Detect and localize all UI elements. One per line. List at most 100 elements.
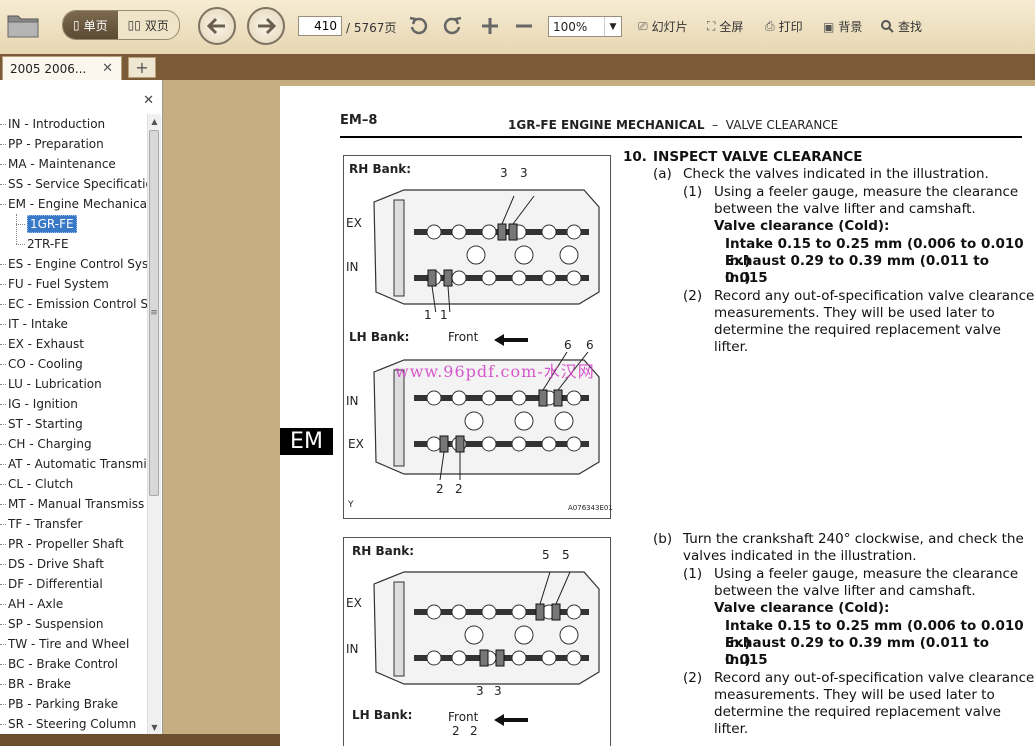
callout-2: 2 xyxy=(436,482,444,496)
sidebar-item[interactable]: AT - Automatic Transmis xyxy=(0,454,148,474)
in-label: IN xyxy=(346,642,359,656)
callout-2: 2 xyxy=(452,724,460,738)
callout-2: 2 xyxy=(470,724,478,738)
sidebar-item-label: SS - Service Specificatio xyxy=(8,177,148,191)
exhaust-spec: in.) xyxy=(725,270,751,286)
sidebar-item[interactable]: BC - Brake Control xyxy=(0,654,148,674)
sidebar-item[interactable]: 2TR-FE xyxy=(0,234,148,254)
sidebar-item-label: LU - Lubrication xyxy=(8,377,102,391)
sidebar-item[interactable]: AH - Axle xyxy=(0,594,148,614)
header-rule xyxy=(340,136,1022,138)
double-page-icon: ▯▯ xyxy=(127,18,141,32)
sidebar-item[interactable]: CO - Cooling xyxy=(0,354,148,374)
sidebar-item[interactable]: MT - Manual Transmiss xyxy=(0,494,148,514)
step-a2-text: measurements. They will be used later to xyxy=(714,305,995,321)
search-icon xyxy=(881,20,894,33)
zoom-value: 100% xyxy=(553,19,588,34)
document-tab[interactable]: 2005 2006... ✕ xyxy=(2,56,122,80)
scroll-down-icon[interactable]: ▼ xyxy=(148,720,161,734)
sidebar-item-label: PB - Parking Brake xyxy=(8,697,119,711)
document-area: EM–8 1GR-FE ENGINE MECHANICAL – VALVE CL… xyxy=(163,80,1035,746)
rh-bank-label: RH Bank: xyxy=(349,162,412,176)
sidebar-item[interactable]: DS - Drive Shaft xyxy=(0,554,148,574)
step-b-text: Turn the crankshaft 240° clockwise, and … xyxy=(683,531,1024,547)
sidebar-item[interactable]: EM - Engine Mechanica xyxy=(0,194,148,214)
sidebar-item[interactable]: PP - Preparation xyxy=(0,134,148,154)
valve-clearance-title: Valve clearance (Cold): xyxy=(714,600,890,616)
next-page-button[interactable] xyxy=(247,7,285,45)
tab-label: 2005 2006... xyxy=(10,61,87,76)
sidebar-item-label: BC - Brake Control xyxy=(8,657,118,671)
rotate-left-button[interactable] xyxy=(408,15,430,37)
scroll-thumb[interactable]: ≡ xyxy=(149,130,159,496)
close-icon[interactable]: ✕ xyxy=(102,61,113,76)
sidebar-item[interactable]: MA - Maintenance xyxy=(0,154,148,174)
step-b2-text: determine the required replacement valve… xyxy=(714,704,1001,737)
sidebar-item[interactable]: FU - Fuel System xyxy=(0,274,148,294)
ex-label: EX xyxy=(346,216,362,230)
sidebar-item-label: PP - Preparation xyxy=(8,137,104,151)
close-icon[interactable]: ✕ xyxy=(143,93,154,108)
sidebar-item-label: DS - Drive Shaft xyxy=(8,557,104,571)
zoom-select[interactable]: 100% ▼ xyxy=(548,16,622,37)
callout-5: 5 xyxy=(562,548,570,562)
sidebar-item[interactable]: ST - Starting xyxy=(0,414,148,434)
exhaust-spec: in.) xyxy=(725,652,751,668)
sidebar-item[interactable]: SP - Suspension xyxy=(0,614,148,634)
figure-code: A076343E01 xyxy=(568,504,613,512)
page-number-input[interactable] xyxy=(298,16,342,36)
sidebar-scrollbar[interactable]: ▲ ≡ ▼ xyxy=(147,114,161,734)
printer-icon: ⎙ xyxy=(765,19,775,33)
double-page-button[interactable]: ▯▯ 双页 xyxy=(118,11,179,39)
rh-bank-label: RH Bank: xyxy=(352,544,415,558)
sidebar-item[interactable]: PR - Propeller Shaft xyxy=(0,534,148,554)
slideshow-icon: ⎚ xyxy=(638,19,648,33)
sidebar-item[interactable]: TF - Transfer xyxy=(0,514,148,534)
sidebar-item[interactable]: LU - Lubrication xyxy=(0,374,148,394)
sidebar-item-label: SR - Steering Column xyxy=(8,717,137,731)
sidebar-item[interactable]: SR - Steering Column xyxy=(0,714,148,734)
slideshow-button[interactable]: ⎚ 幻灯片 xyxy=(638,18,688,35)
exhaust-spec: Exhaust 0.29 to 0.39 mm (0.011 to 0.015 xyxy=(725,253,990,286)
sidebar-item[interactable]: DF - Differential xyxy=(0,574,148,594)
sidebar-item[interactable]: TW - Tire and Wheel xyxy=(0,634,148,654)
sidebar-item[interactable]: BR - Brake xyxy=(0,674,148,694)
step-a-text: Check the valves indicated in the illust… xyxy=(683,166,989,182)
sidebar-item[interactable]: IN - Introduction xyxy=(0,114,148,134)
chevron-down-icon: ▼ xyxy=(604,17,621,36)
open-folder-button[interactable] xyxy=(6,10,42,40)
sidebar-item[interactable]: CL - Clutch xyxy=(0,474,148,494)
fullscreen-icon: ⛶ xyxy=(707,19,716,33)
background-button[interactable]: ▣ 背景 xyxy=(823,18,862,35)
page-total: / 5767页 xyxy=(346,21,397,35)
single-page-button[interactable]: ▯ 单页 xyxy=(63,11,118,39)
front-label: Front xyxy=(448,710,479,724)
sidebar-item[interactable]: IG - Ignition xyxy=(0,394,148,414)
fullscreen-button[interactable]: ⛶ 全屏 xyxy=(707,18,743,35)
sidebar-item[interactable]: ES - Engine Control Syst xyxy=(0,254,148,274)
zoom-out-button[interactable] xyxy=(513,15,535,37)
sidebar-item[interactable]: EC - Emission Control S xyxy=(0,294,148,314)
folder-icon xyxy=(7,15,39,38)
section-code: EM–8 xyxy=(340,113,378,128)
sidebar-item[interactable]: PB - Parking Brake xyxy=(0,694,148,714)
new-tab-button[interactable]: + xyxy=(128,57,156,78)
previous-page-button[interactable] xyxy=(198,7,236,45)
scroll-up-icon[interactable]: ▲ xyxy=(148,114,161,128)
zoom-in-button[interactable] xyxy=(479,15,501,37)
sidebar-item[interactable]: 1GR-FE xyxy=(0,214,148,234)
print-button[interactable]: ⎙ 打印 xyxy=(765,18,803,35)
sidebar-item[interactable]: SS - Service Specificatio xyxy=(0,174,148,194)
rotate-right-button[interactable] xyxy=(441,15,463,37)
arrow-left-icon xyxy=(206,17,225,35)
rotate-left-icon xyxy=(409,16,428,35)
find-button[interactable]: 查找 xyxy=(881,18,922,35)
sidebar-item[interactable]: IT - Intake xyxy=(0,314,148,334)
section-side-tab: EM xyxy=(280,428,333,455)
rh-bank-engine-drawing xyxy=(373,189,600,312)
sidebar-item-label: CL - Clutch xyxy=(8,477,74,491)
illustration-figure-1: RH Bank: EX IN 3 3 1 1 LH Bank: Front 6 … xyxy=(343,155,613,519)
sidebar-item[interactable]: EX - Exhaust xyxy=(0,334,148,354)
sidebar-item[interactable]: CH - Charging xyxy=(0,434,148,454)
sidebar-item-label: CH - Charging xyxy=(8,437,92,451)
